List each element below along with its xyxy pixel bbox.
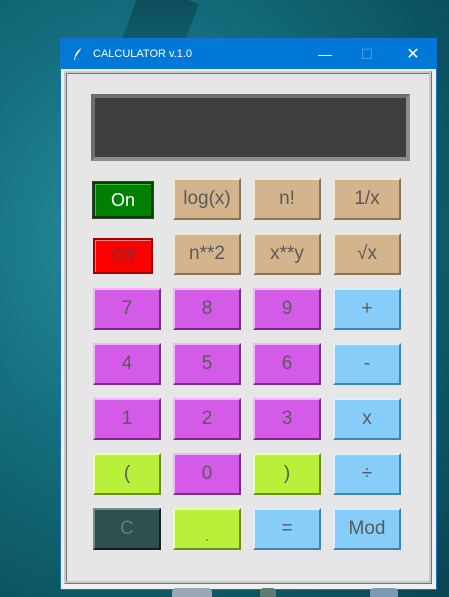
window-title: CALCULATOR v.1.0 — [93, 48, 193, 60]
title-bar[interactable]: CALCULATOR v.1.0 — ☐ ✕ — [61, 39, 436, 69]
right-paren-button[interactable]: ) — [253, 453, 321, 495]
taskbar-app-icon[interactable] — [172, 588, 212, 597]
calculator-body: On log(x) n! 1/x Off n**2 x**y √x 7 8 9 … — [64, 71, 432, 584]
digit-1-button[interactable]: 1 — [93, 398, 161, 440]
clear-button[interactable]: C — [93, 508, 161, 550]
digit-2-button[interactable]: 2 — [173, 398, 241, 440]
multiply-button[interactable]: x — [333, 398, 401, 440]
minimize-button[interactable]: — — [302, 39, 348, 69]
mod-button[interactable]: Mod — [333, 508, 401, 550]
digit-7-button[interactable]: 7 — [93, 288, 161, 330]
close-button[interactable]: ✕ — [390, 39, 436, 69]
reciprocal-button[interactable]: 1/x — [333, 178, 401, 220]
feather-icon — [69, 45, 87, 63]
result-display — [91, 94, 410, 161]
equals-button[interactable]: = — [253, 508, 321, 550]
digit-6-button[interactable]: 6 — [253, 343, 321, 385]
log-button[interactable]: log(x) — [173, 178, 241, 220]
digit-4-button[interactable]: 4 — [93, 343, 161, 385]
factorial-button[interactable]: n! — [253, 178, 321, 220]
digit-9-button[interactable]: 9 — [253, 288, 321, 330]
maximize-button[interactable]: ☐ — [344, 39, 390, 69]
digit-5-button[interactable]: 5 — [173, 343, 241, 385]
plus-button[interactable]: + — [333, 288, 401, 330]
divide-button[interactable]: ÷ — [333, 453, 401, 495]
digit-8-button[interactable]: 8 — [173, 288, 241, 330]
calculator-window: CALCULATOR v.1.0 — ☐ ✕ On log(x) n! 1/x … — [60, 38, 437, 590]
decimal-point-button[interactable]: . — [173, 508, 241, 550]
taskbar-app-icon[interactable] — [260, 588, 276, 597]
sqrt-button[interactable]: √x — [333, 233, 401, 275]
left-paren-button[interactable]: ( — [93, 453, 161, 495]
taskbar-app-icon[interactable] — [370, 588, 398, 597]
minus-button[interactable]: - — [333, 343, 401, 385]
off-button[interactable]: Off — [93, 238, 153, 274]
square-button[interactable]: n**2 — [173, 233, 241, 275]
digit-3-button[interactable]: 3 — [253, 398, 321, 440]
power-button[interactable]: x**y — [253, 233, 321, 275]
on-button[interactable]: On — [92, 181, 154, 219]
digit-0-button[interactable]: 0 — [173, 453, 241, 495]
